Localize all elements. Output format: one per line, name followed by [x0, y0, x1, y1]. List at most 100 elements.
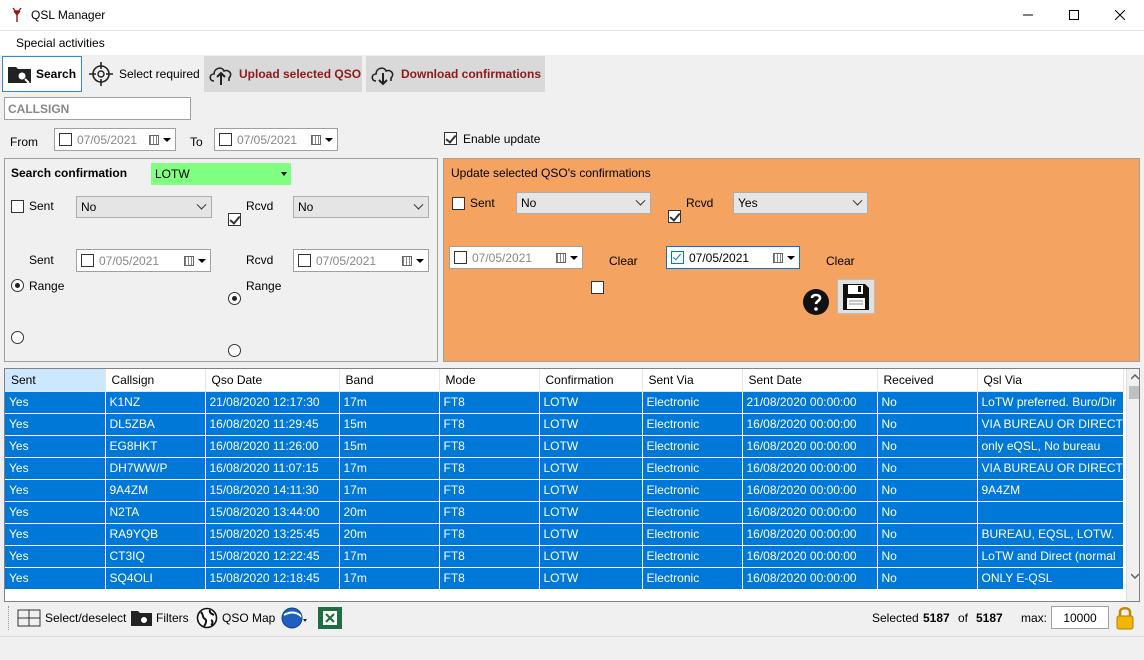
table-cell: Electronic — [642, 457, 743, 480]
cloud-download-icon — [369, 60, 397, 88]
upload-button[interactable]: Upload selected QSO — [204, 56, 362, 92]
update-sent-select[interactable]: No — [516, 192, 651, 214]
select-deselect-button[interactable]: Select/deselect — [8, 606, 126, 630]
table-cell: Electronic — [642, 501, 743, 524]
from-date-picker[interactable]: 07/05/2021 — [54, 128, 176, 151]
dropdown-arrow-icon — [325, 137, 333, 142]
update-rcvd-date-checkbox[interactable] — [671, 251, 684, 264]
rcvd-date-radio[interactable] — [228, 292, 241, 305]
save-button[interactable] — [837, 279, 875, 314]
google-earth-button[interactable] — [281, 606, 307, 630]
column-header[interactable]: Callsign — [105, 369, 206, 392]
table-cell: 17m — [339, 457, 440, 480]
search-button[interactable]: Search — [2, 56, 82, 92]
crosshair-icon — [87, 60, 115, 88]
scroll-thumb[interactable] — [1129, 386, 1139, 399]
sent-date-radio[interactable] — [11, 279, 24, 292]
from-date-checkbox[interactable] — [59, 133, 72, 146]
search-rcvd-date-picker[interactable]: 07/05/2021 — [293, 249, 429, 272]
table-cell: 9A4ZM — [977, 479, 1124, 502]
search-sent-date-picker[interactable]: 07/05/2021 — [76, 249, 211, 272]
update-sent-date-checkbox[interactable] — [454, 251, 467, 264]
qso-map-button[interactable]: QSO Map — [196, 606, 275, 630]
update-sent-date-picker[interactable]: 07/05/2021 — [449, 246, 583, 269]
table-cell: SQ4OLI — [105, 567, 206, 590]
table-cell: 15/08/2020 13:44:00 — [205, 501, 340, 524]
column-header[interactable]: Sent — [5, 369, 106, 392]
column-header[interactable]: Qso Date — [205, 369, 340, 392]
table-cell: 16/08/2020 00:00:00 — [742, 413, 878, 436]
help-icon[interactable] — [802, 288, 830, 316]
column-header[interactable]: Confirmation — [539, 369, 643, 392]
vertical-scrollbar[interactable] — [1126, 369, 1139, 601]
service-select[interactable]: LOTW — [151, 163, 291, 185]
download-button[interactable]: Download confirmations — [366, 56, 545, 92]
search-sent-value: No — [81, 200, 97, 214]
update-rcvd-select[interactable]: Yes — [733, 192, 868, 214]
search-rcvd-select[interactable]: No — [293, 196, 429, 218]
search-sent-select[interactable]: No — [76, 196, 212, 218]
excel-icon — [323, 611, 337, 625]
column-header[interactable]: Qsl Via — [977, 369, 1124, 392]
close-button[interactable] — [1097, 0, 1143, 30]
column-header[interactable]: Sent Via — [642, 369, 743, 392]
minimize-button[interactable] — [1005, 0, 1051, 30]
table-cell: FT8 — [439, 435, 540, 458]
filters-button[interactable]: Filters — [130, 606, 189, 630]
table-row[interactable]: Yes CT3IQ 15/08/2020 12:22:45 17m FT8 LOTW Ele… — [5, 545, 1124, 568]
table-row[interactable]: Yes RA9YQB 15/08/2020 13:25:45 20m FT8 LOTW El… — [5, 523, 1124, 546]
sent-range-radio[interactable] — [11, 331, 24, 344]
to-date-checkbox[interactable] — [219, 133, 232, 146]
table-cell: 16/08/2020 00:00:00 — [742, 435, 878, 458]
table-cell: 15/08/2020 12:18:45 — [205, 567, 340, 590]
sent-radio-label: Sent — [29, 253, 54, 267]
lock-icon[interactable] — [1115, 605, 1135, 631]
menu-special-activities[interactable]: Special activities — [16, 36, 105, 50]
column-header[interactable]: Received — [877, 369, 978, 392]
update-rcvd-checkbox[interactable] — [668, 210, 681, 223]
table-row[interactable]: Yes DH7WW/P 16/08/2020 11:07:15 17m FT8 LOTW E… — [5, 457, 1124, 480]
table-cell: LOTW — [539, 567, 643, 590]
clear-sent-date-checkbox[interactable] — [591, 281, 604, 294]
maximize-button[interactable] — [1051, 0, 1097, 30]
excel-export-button[interactable] — [318, 607, 342, 629]
table-cell: LOTW — [539, 545, 643, 568]
update-rcvd-date-picker[interactable]: 07/05/2021 — [666, 246, 800, 269]
max-input[interactable]: 10000 — [1051, 606, 1109, 629]
chevron-down-icon — [196, 199, 207, 210]
search-rcvd-checkbox[interactable] — [228, 213, 241, 226]
update-sent-checkbox[interactable] — [452, 197, 465, 210]
search-sent-checkbox[interactable] — [11, 200, 24, 213]
scroll-up-icon[interactable] — [1131, 374, 1139, 380]
table-cell: LOTW — [539, 391, 643, 414]
enable-update-checkbox[interactable] — [444, 132, 457, 145]
search-sent-date-checkbox[interactable] — [81, 254, 94, 267]
to-date-picker[interactable]: 07/05/2021 — [214, 128, 338, 151]
table-cell: DL5ZBA — [105, 413, 206, 436]
callsign-input[interactable]: CALLSIGN — [4, 97, 191, 120]
select-required-button[interactable]: Select required — [84, 56, 202, 92]
table-row[interactable]: Yes N2TA 15/08/2020 13:44:00 20m FT8 LOTW Elec… — [5, 501, 1124, 524]
table-cell: CT3IQ — [105, 545, 206, 568]
table-row[interactable]: Yes 9A4ZM 15/08/2020 14:11:30 17m FT8 LOTW Ele… — [5, 479, 1124, 502]
dropdown-arrow-icon — [198, 258, 206, 263]
table-cell: 16/08/2020 11:07:15 — [205, 457, 340, 480]
table-row[interactable]: Yes SQ4OLI 15/08/2020 12:18:45 17m FT8 LOTW El… — [5, 567, 1124, 590]
table-cell: No — [877, 567, 978, 590]
rcvd-range-radio[interactable] — [228, 344, 241, 357]
table-cell: 21/08/2020 00:00:00 — [742, 391, 878, 414]
column-header[interactable]: Sent Date — [742, 369, 878, 392]
select-deselect-label: Select/deselect — [45, 611, 127, 625]
table-row[interactable]: Yes EG8HKT 16/08/2020 11:26:00 15m FT8 LOTW El… — [5, 435, 1124, 458]
table-row[interactable]: Yes DL5ZBA 16/08/2020 11:29:45 15m FT8 LOTW El… — [5, 413, 1124, 436]
table-cell: FT8 — [439, 479, 540, 502]
table-row[interactable]: Yes K1NZ 21/08/2020 12:17:30 17m FT8 LOTW Elec… — [5, 391, 1124, 414]
column-header[interactable]: Band — [339, 369, 440, 392]
search-rcvd-date-checkbox[interactable] — [298, 254, 311, 267]
table-cell: FT8 — [439, 457, 540, 480]
calendar-icon — [556, 252, 566, 263]
column-header[interactable]: Mode — [439, 369, 540, 392]
folder-search-icon — [6, 60, 34, 88]
table-cell: FT8 — [439, 523, 540, 546]
scroll-down-icon[interactable] — [1131, 573, 1139, 579]
